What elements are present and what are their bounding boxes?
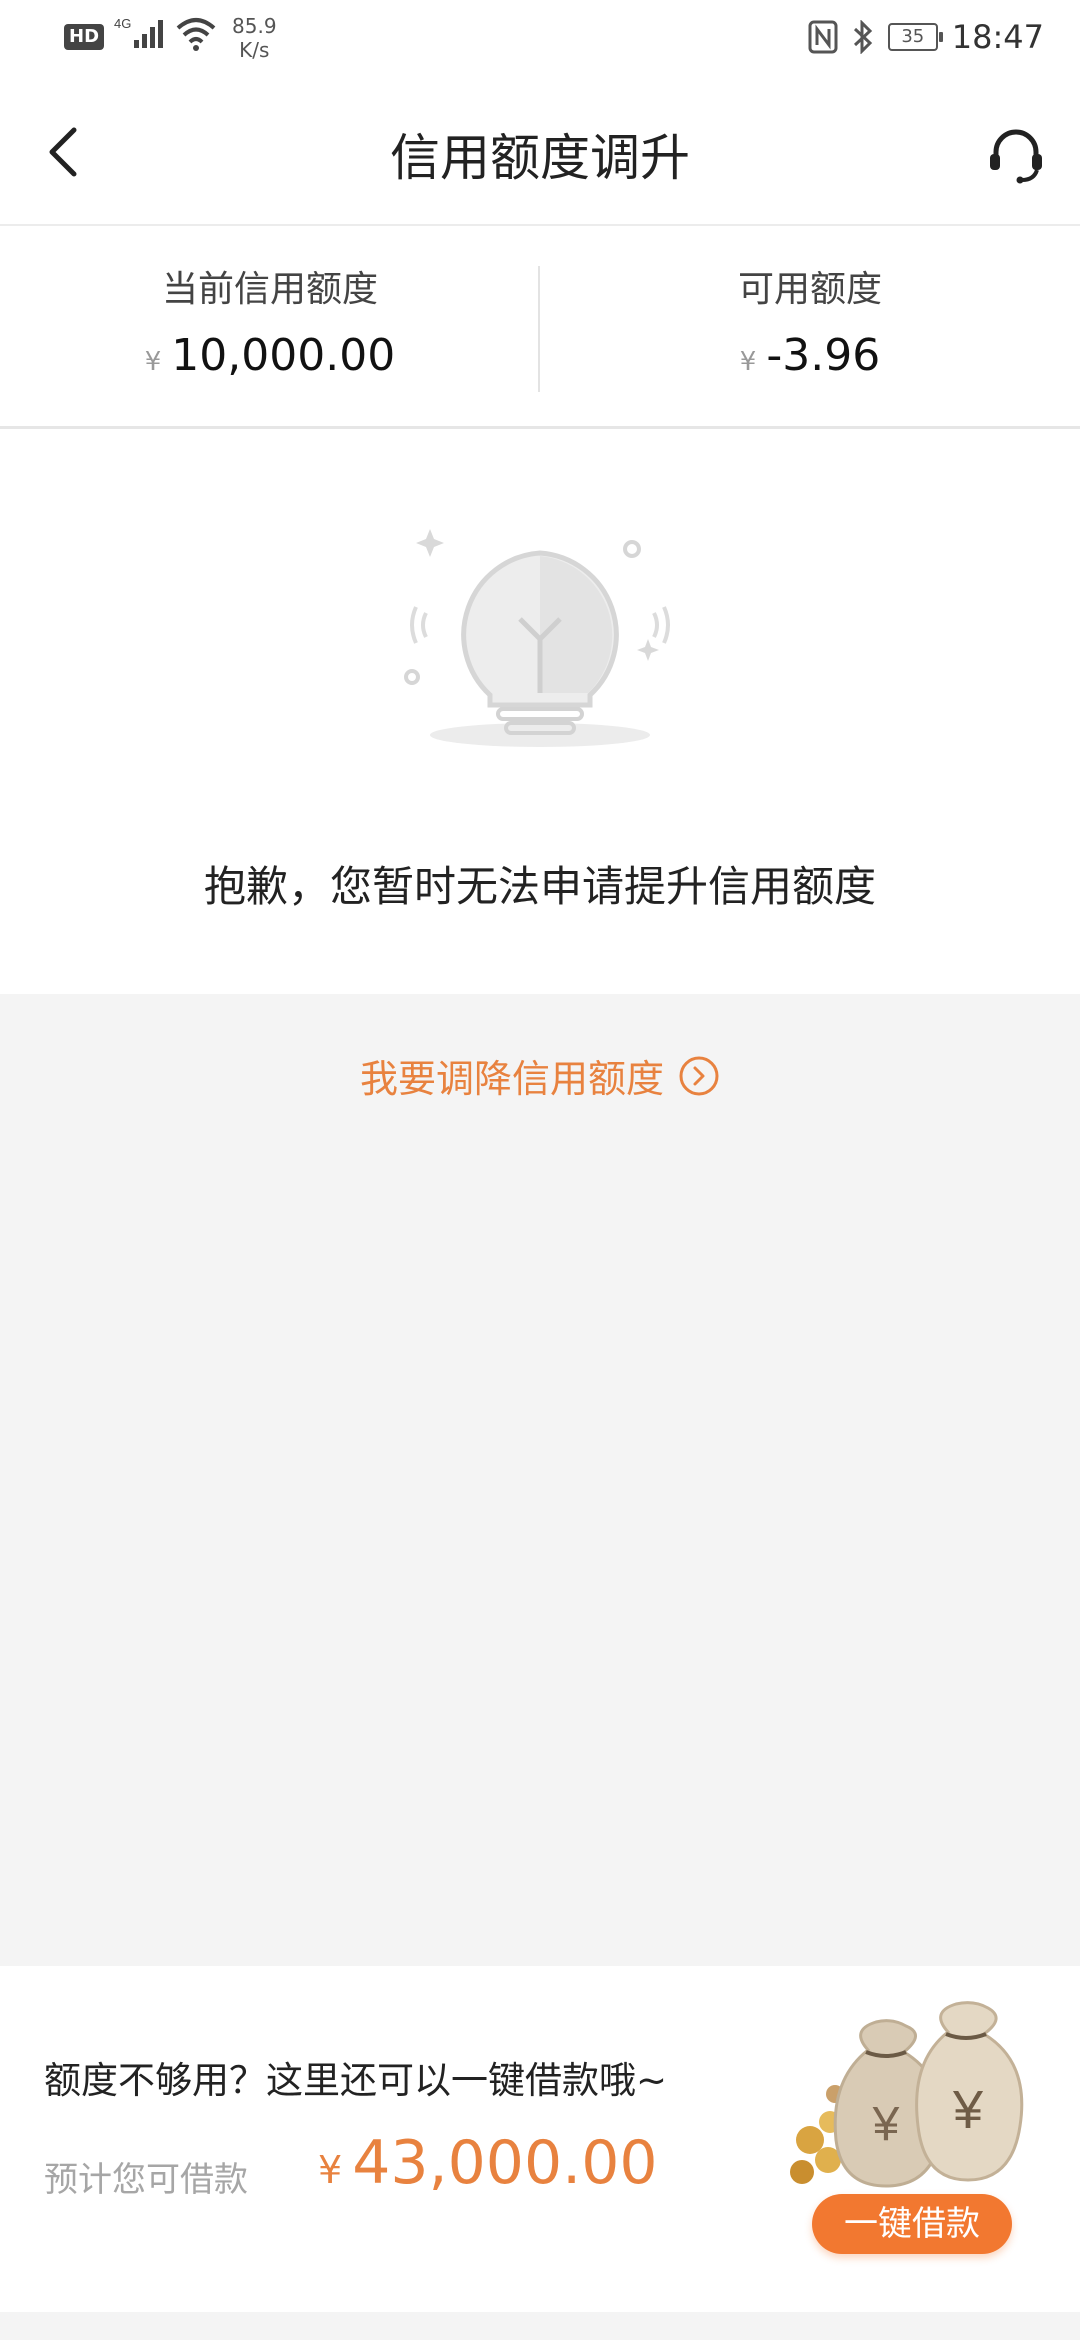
money-bags-icon: ¥ ¥ xyxy=(790,2001,1024,2188)
signal-icon: 4G xyxy=(114,16,164,48)
clock: 18:47 xyxy=(951,18,1044,56)
one-click-loan-button[interactable]: 一键借款 xyxy=(812,2194,1012,2254)
page-title: 信用额度调升 xyxy=(390,129,690,187)
available-credit: 可用额度 ¥ -3.96 xyxy=(540,260,1080,381)
credit-summary: 当前信用额度 ¥10,000.00 可用额度 ¥ -3.96 xyxy=(0,226,1080,429)
available-credit-value-row: ¥ -3.96 xyxy=(540,330,1080,381)
battery-indicator: 35 xyxy=(887,23,943,51)
current-credit-label: 当前信用额度 xyxy=(161,269,378,310)
wifi-icon xyxy=(176,18,216,51)
customer-service-button[interactable] xyxy=(976,114,1056,194)
current-credit-value: 10,000.00 xyxy=(171,330,396,381)
loan-estimate-label: 预计您可借款 xyxy=(44,2160,248,2200)
nfc-icon xyxy=(808,20,838,54)
svg-text:¥: ¥ xyxy=(952,2080,984,2140)
svg-text:¥: ¥ xyxy=(872,2098,900,2151)
status-left: HD 4G 85.9 K/s xyxy=(64,14,277,62)
network-speed: 85.9 K/s xyxy=(232,14,277,62)
headset-icon xyxy=(990,129,1042,184)
hd-badge: HD xyxy=(64,24,105,50)
loan-prompt: 额度不够用？这里还可以一键借款哦~ xyxy=(44,2059,668,2102)
lightbulb-icon xyxy=(404,529,670,747)
currency-symbol: ¥ xyxy=(144,347,162,377)
app-header: 信用额度调升 xyxy=(0,80,1080,226)
speed-value: 85.9 xyxy=(232,14,277,38)
currency-symbol: ¥ xyxy=(739,347,757,377)
network-type-label: 4G xyxy=(114,16,131,31)
currency-symbol: ¥ xyxy=(318,2148,343,2192)
current-credit: 当前信用额度 ¥10,000.00 xyxy=(0,260,540,381)
empty-state-message: 抱歉，您暂时无法申请提升信用额度 xyxy=(203,862,876,911)
reduce-credit-link[interactable]: 我要调降信用额度 xyxy=(0,1048,1080,1103)
circle-arrow-right-icon xyxy=(679,1056,719,1095)
loan-promo-card[interactable]: 额度不够用？这里还可以一键借款哦~ 预计您可借款 ¥43,000.00 ¥ ¥ … xyxy=(0,1966,1080,2312)
current-credit-value-row: ¥10,000.00 xyxy=(0,330,540,381)
speed-unit: K/s xyxy=(239,38,270,62)
bluetooth-icon xyxy=(853,20,872,54)
available-credit-label: 可用额度 xyxy=(737,269,882,310)
available-credit-value: -3.96 xyxy=(766,330,881,381)
status-right: 35 18:47 xyxy=(808,18,1044,56)
empty-state: 抱歉，您暂时无法申请提升信用额度 xyxy=(0,429,1080,994)
loan-amount: ¥43,000.00 xyxy=(318,2128,658,2198)
reduce-credit-label: 我要调降信用额度 xyxy=(359,1057,664,1101)
status-bar: HD 4G 85.9 K/s 35 18:47 xyxy=(0,0,1080,80)
loan-amount-value: 43,000.00 xyxy=(352,2128,658,2198)
